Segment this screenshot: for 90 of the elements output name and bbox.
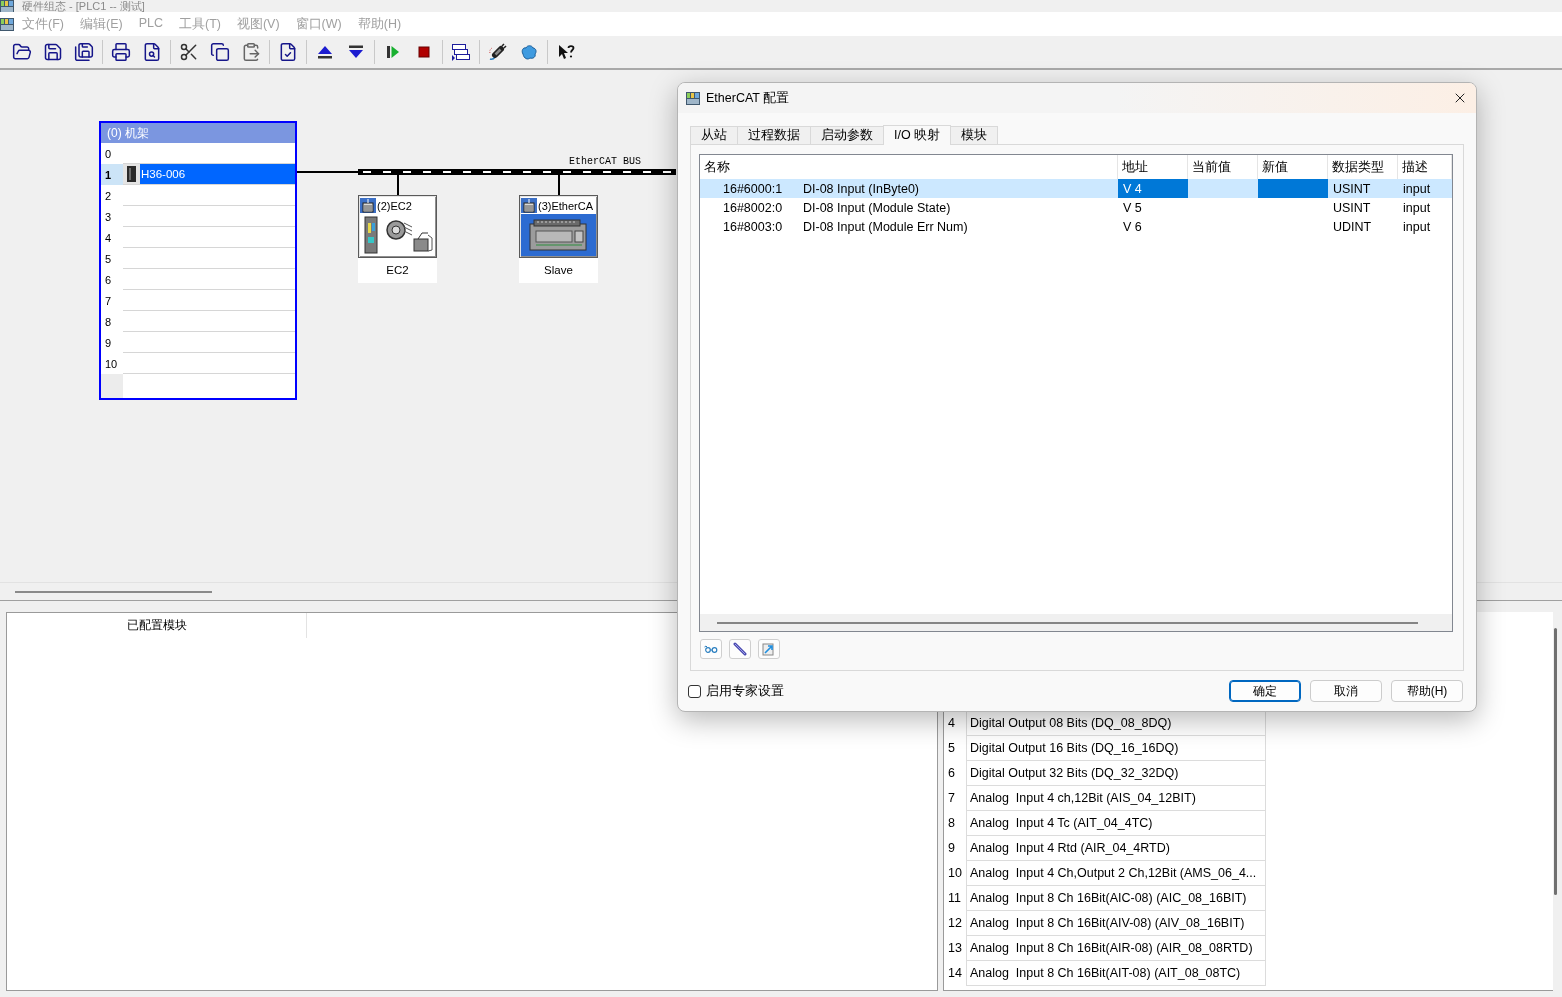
connector-line <box>557 175 560 195</box>
dialog-button[interactable]: 帮助(H) <box>1391 680 1463 702</box>
index-text: 16#6000:1 <box>723 181 784 196</box>
node-title: (2)EC2 <box>377 199 412 212</box>
scrollbar-thumb[interactable] <box>15 590 212 593</box>
data-type-cell-text: USINT <box>1332 180 1372 198</box>
table-row[interactable]: 16#6000:1 DI-08 Input (InByte0) V 4 USINT input <box>700 179 1452 198</box>
device-icon <box>360 198 376 213</box>
tab[interactable]: 启动参数 <box>810 126 884 144</box>
module-list-item[interactable]: Analog Input 4 ch,12Bit (AIS_04_12BIT) <box>966 786 1266 811</box>
signal-name: DI-08 Input (Module Err Num) <box>803 219 968 234</box>
node-label: EC2 <box>358 258 437 283</box>
save-all-icon[interactable] <box>73 42 94 62</box>
checkbox[interactable] <box>688 684 701 698</box>
new-value-cell[interactable] <box>1258 179 1328 198</box>
row-number: 10 <box>947 865 963 882</box>
app-icon <box>686 91 700 105</box>
signal-name: DI-08 Input (Module State) <box>803 200 951 215</box>
rack-footer-cell <box>101 374 123 398</box>
module-list-item[interactable]: Digital Output 16 Bits (DQ_16_16DQ) <box>966 736 1266 761</box>
tab[interactable]: I/O 映射 <box>883 125 952 145</box>
table-row[interactable]: 16#8003:0 DI-08 Input (Module Err Num) V 6 UDINT input <box>700 217 1452 236</box>
description-cell-text: input <box>1402 199 1432 217</box>
dialog-title: EtherCAT 配置 <box>706 89 790 107</box>
dialog-button[interactable]: 取消 <box>1310 680 1382 702</box>
scrollbar-thumb[interactable] <box>1554 628 1557 895</box>
row-number: 11 <box>947 890 962 907</box>
table-row[interactable]: 16#8002:0 DI-08 Input (Module State) V 5 USINT input <box>700 198 1452 217</box>
column-header: 已配置模块 <box>7 613 307 638</box>
connector-line <box>396 175 399 195</box>
description-cell-text: input <box>1402 180 1432 198</box>
row-number: 14 <box>947 965 963 982</box>
address-cell-text: V 6 <box>1122 218 1143 236</box>
module-list-item[interactable]: Analog Input 4 Ch,Output 2 Ch,12Bit (AMS_06_4... <box>966 861 1266 886</box>
tool-button[interactable] <box>700 639 722 659</box>
slot-number: 1 <box>101 164 123 185</box>
tab[interactable]: 模块 <box>950 126 999 144</box>
module-list-item[interactable]: Digital Output 32 Bits (DQ_32_32DQ) <box>966 761 1266 786</box>
scrollbar-thumb[interactable] <box>717 621 1418 624</box>
tab[interactable]: 过程数据 <box>737 126 811 144</box>
printer-icon[interactable] <box>110 42 131 62</box>
row-number: 6 <box>947 765 956 782</box>
tab[interactable]: 从站 <box>690 126 738 144</box>
save-icon[interactable] <box>42 42 63 62</box>
data-type-cell-text: UDINT <box>1332 218 1373 236</box>
device-icon <box>521 198 537 213</box>
device-node[interactable]: (3)EtherCA <box>519 195 598 258</box>
row-number: 4 <box>947 715 956 732</box>
row-number: 5 <box>947 740 956 757</box>
module-list-item[interactable]: Analog Input 8 Ch 16Bit(AIT-08) (AIT_08_08TC) <box>966 961 1266 986</box>
window-stack-icon[interactable] <box>450 42 471 62</box>
rack-title: (0) 机架 <box>101 123 295 143</box>
folder-icon[interactable] <box>11 42 32 62</box>
index-text: 16#8003:0 <box>723 219 784 234</box>
row-number: 7 <box>947 790 956 807</box>
index-text: 16#8002:0 <box>723 200 784 215</box>
connector-line <box>297 171 359 173</box>
dialog-button[interactable]: 确定 <box>1229 680 1301 702</box>
bus-label: EtherCAT BUS <box>569 156 641 167</box>
document-arrow-icon <box>762 642 776 656</box>
cable-plug-icon[interactable] <box>487 42 508 62</box>
module-list-item[interactable]: Analog Input 8 Ch 16Bit(AIV-08) (AIV_08_16BIT) <box>966 911 1266 936</box>
node-label: Slave <box>519 258 598 283</box>
tool-button[interactable] <box>729 639 751 659</box>
row-number: 12 <box>947 915 963 932</box>
module-icon <box>123 164 140 184</box>
module-list-item[interactable]: Analog Input 8 Ch 16Bit(AIR-08) (AIR_08_08RTD) <box>966 936 1266 961</box>
address-cell-text: V 5 <box>1122 199 1143 217</box>
module-list-item[interactable]: Analog Input 4 Tc (AIT_04_4TC) <box>966 811 1266 836</box>
module-list-item[interactable]: Analog Input 4 Rtd (AIR_04_4RTD) <box>966 836 1266 861</box>
app-icon <box>0 0 14 13</box>
cut-icon[interactable] <box>178 42 199 62</box>
address-cell: V 4 <box>1118 179 1188 198</box>
checkbox-label: 启用专家设置 <box>706 682 784 700</box>
device-node[interactable]: (2)EC2 <box>358 195 437 258</box>
signal-name: DI-08 Input (InByte0) <box>803 181 920 196</box>
node-title: (3)EtherCA <box>538 199 594 212</box>
module-list-item[interactable]: Analog Input 8 Ch 16Bit(AIC-08) (AIC_08_16BIT) <box>966 886 1266 911</box>
plc-drawing <box>527 219 590 251</box>
window-title: 硬件组态 - [PLC1 -- 测试] <box>22 0 145 12</box>
copy-icon[interactable] <box>209 42 230 62</box>
row-number: 9 <box>947 840 956 857</box>
glasses-icon <box>704 645 718 653</box>
row-number: 13 <box>947 940 963 957</box>
tool-button[interactable] <box>758 639 780 659</box>
pen-icon <box>733 642 747 656</box>
app-icon <box>0 17 14 31</box>
description-cell-text: input <box>1402 218 1432 236</box>
data-type-cell-text: USINT <box>1332 199 1372 217</box>
row-number: 8 <box>947 815 956 832</box>
